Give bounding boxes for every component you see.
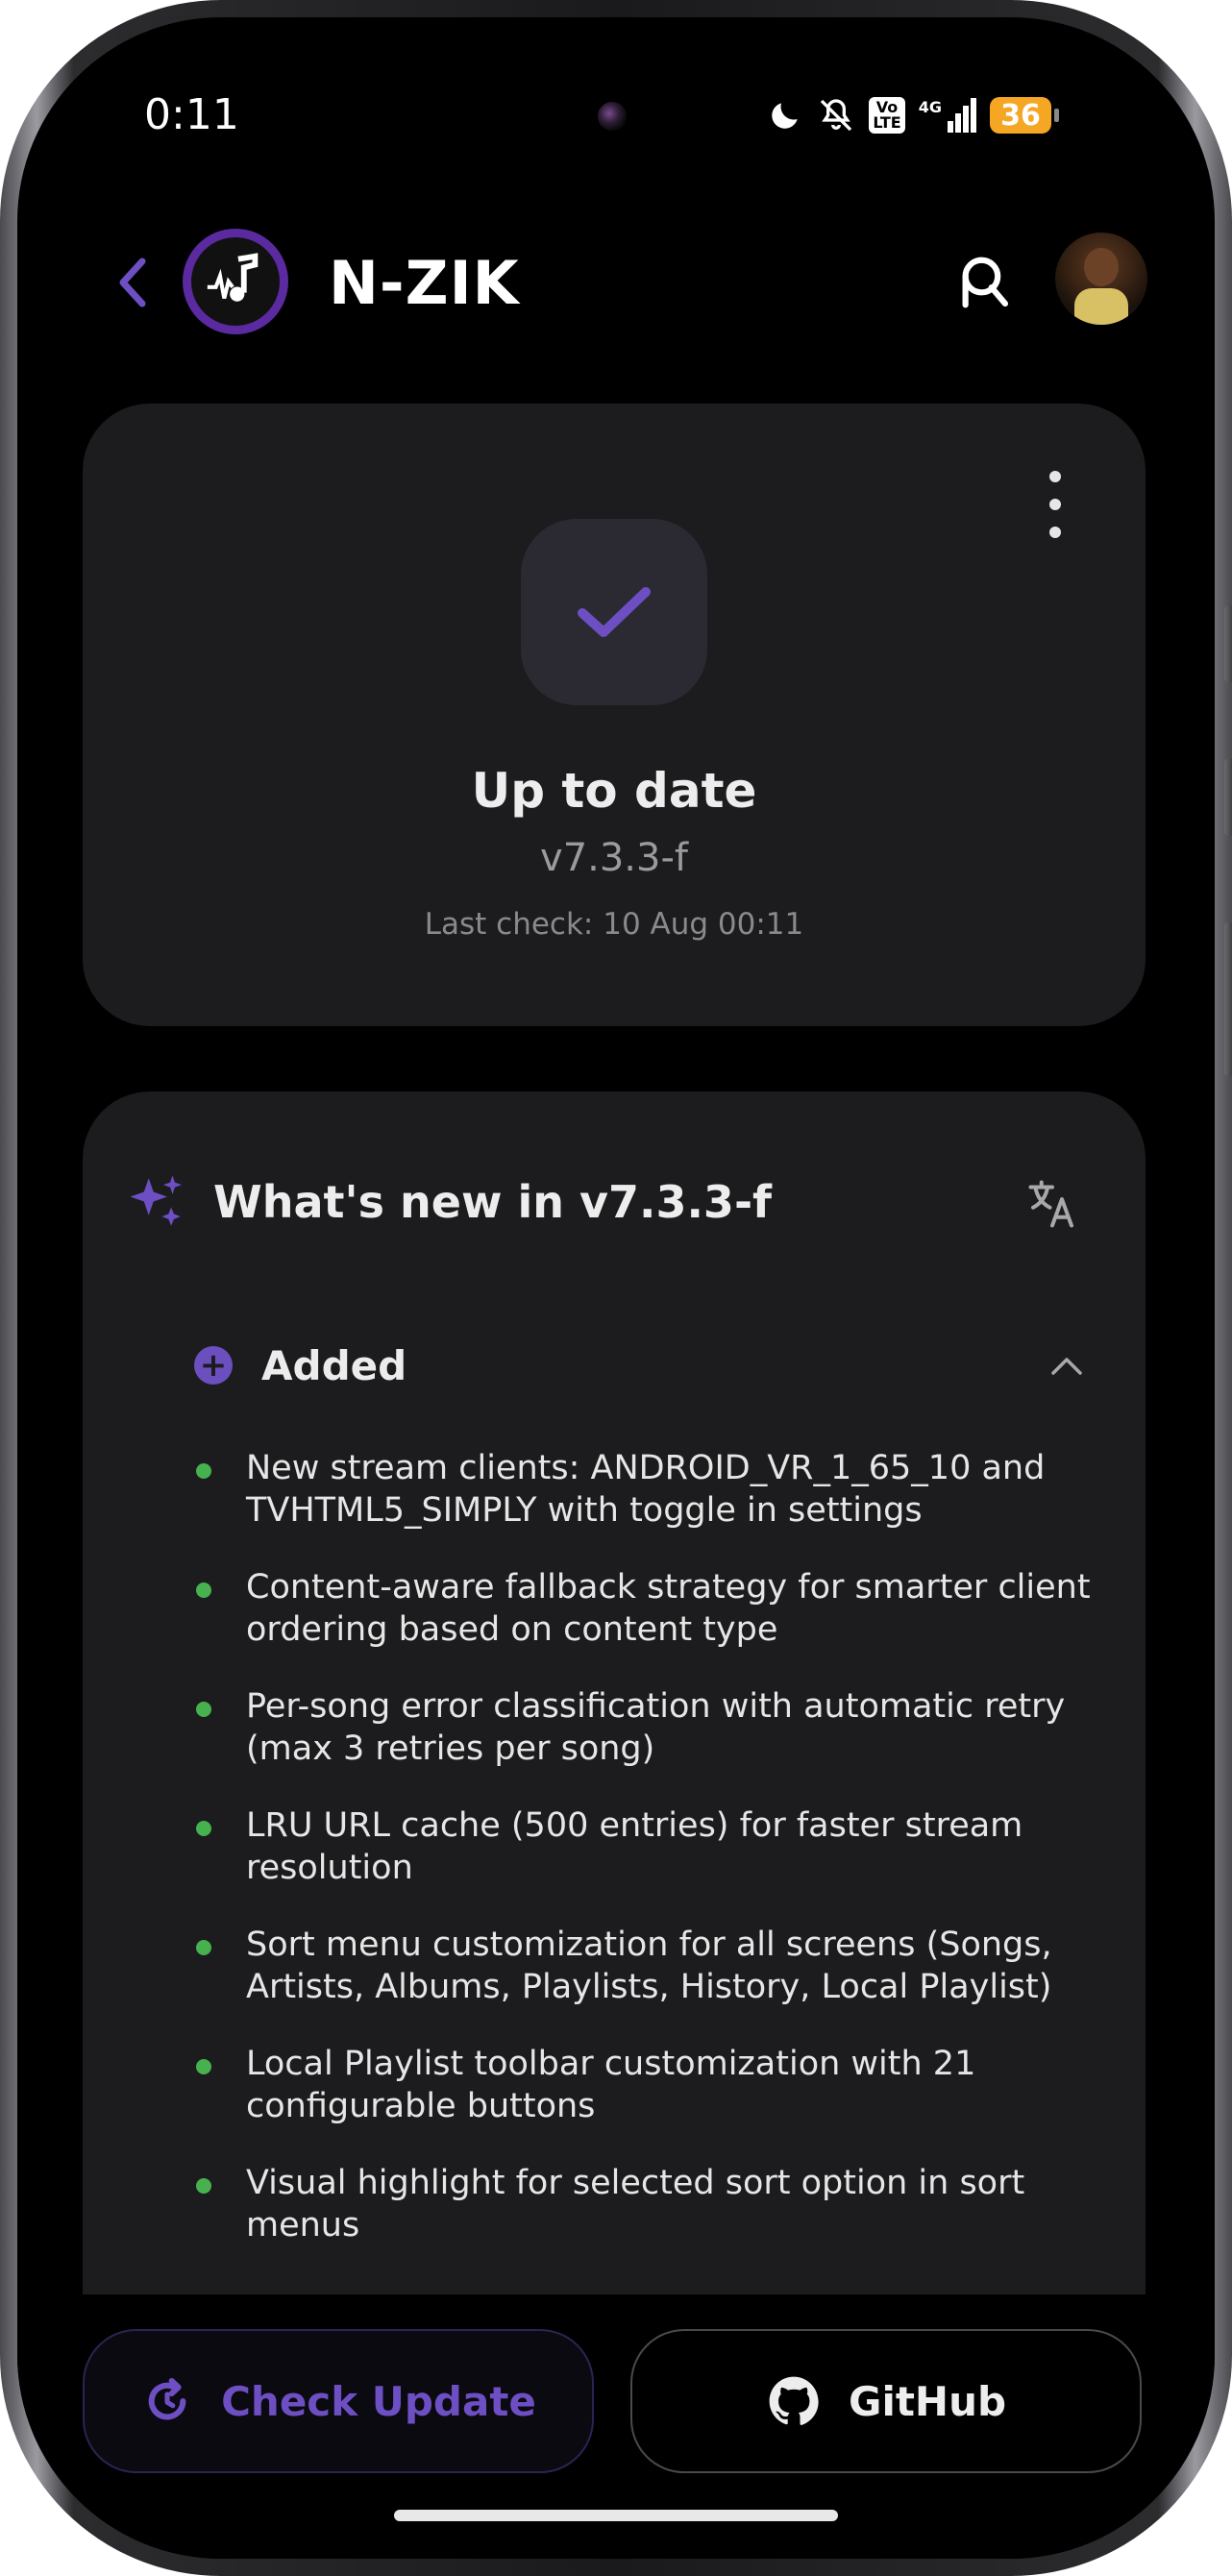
check-update-label: Check Update — [221, 2377, 536, 2425]
volume-up-button — [1224, 759, 1232, 836]
list-item-text: Local Playlist toolbar customization wit… — [246, 2045, 976, 2125]
phone-frame: 0:11 Vo LTE 4G 36 N-ZIK Up to date v7.3.… — [0, 0, 1232, 2576]
check-icon-tile — [521, 519, 707, 705]
battery-icon: 36 — [990, 97, 1059, 134]
list-item: Content-aware fallback strategy for smar… — [194, 1566, 1136, 1651]
sparkles-icon — [130, 1175, 183, 1226]
list-item: LRU URL cache (500 entries) for faster s… — [194, 1804, 1136, 1889]
bullet-dot — [196, 2178, 211, 2194]
chevron-up-icon[interactable] — [1046, 1346, 1088, 1385]
bullet-dot — [196, 1582, 211, 1598]
screen: 0:11 Vo LTE 4G 36 N-ZIK Up to date v7.3.… — [17, 17, 1215, 2559]
network-type: 4G — [918, 98, 942, 116]
list-item-text: Per-song error classification with autom… — [246, 1687, 1066, 1768]
check-update-button[interactable]: Check Update — [83, 2329, 594, 2473]
volte-icon: Vo LTE — [869, 97, 905, 134]
chevron-left-icon — [119, 258, 146, 307]
action-button — [1224, 605, 1232, 682]
list-item-text: Content-aware fallback strategy for smar… — [246, 1568, 1091, 1649]
changelog-title: What's new in v7.3.3-f — [213, 1176, 773, 1228]
list-item-text: New stream clients: ANDROID_VR_1_65_10 a… — [246, 1449, 1046, 1530]
bullet-dot — [196, 1821, 211, 1836]
app-logo — [183, 229, 288, 334]
back-button[interactable] — [94, 244, 171, 321]
search-button[interactable] — [946, 244, 1023, 321]
changelog-list: New stream clients: ANDROID_VR_1_65_10 a… — [194, 1447, 1136, 2281]
signal-icon: 4G — [919, 98, 976, 133]
bullet-dot — [196, 2059, 211, 2074]
bullet-dot — [196, 1940, 211, 1955]
power-button — [1224, 922, 1232, 1076]
status-title: Up to date — [471, 763, 757, 819]
section-added-header[interactable]: + Added — [194, 1337, 1088, 1394]
music-note-icon — [207, 253, 259, 302]
github-icon — [769, 2376, 819, 2425]
app-title: N-ZIK — [329, 248, 520, 318]
status-icons: Vo LTE 4G 36 — [767, 96, 1059, 135]
status-bar: 0:11 Vo LTE 4G 36 — [17, 17, 1215, 209]
last-check-time: Last check: 10 Aug 00:11 — [424, 907, 804, 942]
list-item-text: Visual highlight for selected sort optio… — [246, 2164, 1025, 2245]
home-indicator[interactable] — [394, 2510, 838, 2521]
bullet-dot — [196, 1702, 211, 1717]
app-bar: N-ZIK — [17, 209, 1215, 354]
section-added-label: Added — [261, 1341, 407, 1389]
search-icon — [962, 257, 1009, 308]
list-item: Visual highlight for selected sort optio… — [194, 2162, 1136, 2246]
list-item: Local Playlist toolbar customization wit… — [194, 2043, 1136, 2127]
changelog-header: What's new in v7.3.3-f — [125, 1170, 772, 1234]
github-label: GitHub — [848, 2377, 1007, 2425]
silent-bell-icon — [821, 99, 852, 132]
checkmark-icon — [578, 587, 651, 637]
plus-circle-icon: + — [194, 1346, 233, 1385]
moon-icon — [772, 103, 799, 129]
changelog-card: What's new in v7.3.3-f + Added New strea… — [83, 1092, 1146, 2298]
more-options-button[interactable] — [1036, 471, 1074, 538]
list-item-text: Sort menu customization for all screens … — [246, 1926, 1052, 2006]
refresh-icon — [148, 2377, 186, 2420]
bullet-dot — [196, 1463, 211, 1479]
translate-button[interactable] — [1019, 1170, 1086, 1238]
current-version: v7.3.3-f — [540, 836, 688, 880]
battery-level: 36 — [1000, 98, 1041, 133]
status-time: 0:11 — [144, 90, 239, 139]
front-camera — [598, 102, 627, 131]
list-item: Per-song error classification with autom… — [194, 1685, 1136, 1770]
profile-avatar[interactable] — [1055, 233, 1147, 325]
github-button[interactable]: GitHub — [630, 2329, 1142, 2473]
translate-icon — [1028, 1180, 1073, 1228]
update-status-card: Up to date v7.3.3-f Last check: 10 Aug 0… — [83, 404, 1146, 1026]
list-item-text: LRU URL cache (500 entries) for faster s… — [246, 1806, 1023, 1887]
list-item: Sort menu customization for all screens … — [194, 1924, 1136, 2008]
list-item: New stream clients: ANDROID_VR_1_65_10 a… — [194, 1447, 1136, 1532]
